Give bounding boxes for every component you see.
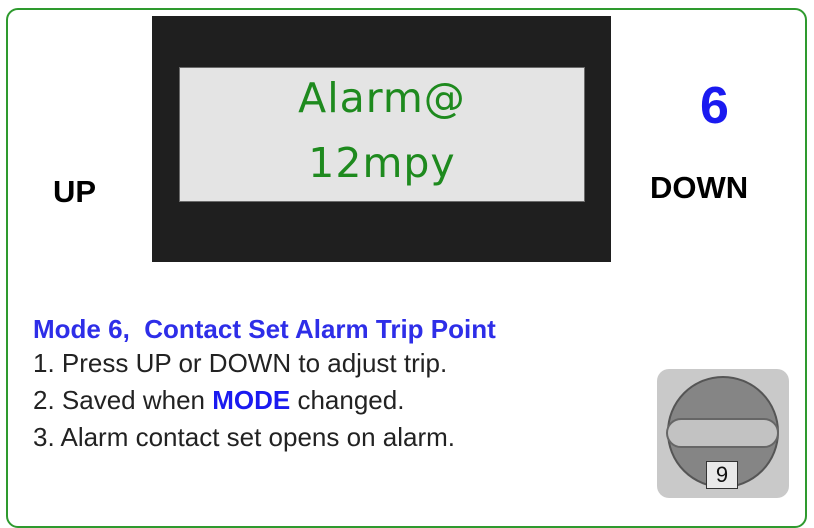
instruction-step-2-suffix: changed. xyxy=(290,385,405,415)
mode-selector-knob[interactable]: 9 xyxy=(657,369,789,498)
lcd-line-1: Alarm@ xyxy=(298,74,466,122)
instruction-step-1: 1. Press UP or DOWN to adjust trip. xyxy=(33,348,448,378)
knob-slot xyxy=(666,418,779,448)
instructions-heading: Mode 6, Contact Set Alarm Trip Point xyxy=(33,314,496,344)
up-button[interactable]: UP xyxy=(53,176,96,207)
knob-position-label: 9 xyxy=(706,461,738,489)
instructions: Mode 6, Contact Set Alarm Trip Point 1. … xyxy=(33,316,496,461)
mode-number: 6 xyxy=(700,77,729,135)
instruction-step-3: 3. Alarm contact set opens on alarm. xyxy=(33,422,455,452)
lcd-line-2: 12mpy xyxy=(308,139,456,187)
instruction-step-2-prefix: 2. Saved when xyxy=(33,385,213,415)
instruction-step-2: 2. Saved when MODE changed. xyxy=(33,387,496,413)
mode-keyword: MODE xyxy=(212,385,291,415)
lcd-screen: Alarm@ 12mpy xyxy=(179,67,585,202)
down-button[interactable]: DOWN xyxy=(650,172,748,203)
